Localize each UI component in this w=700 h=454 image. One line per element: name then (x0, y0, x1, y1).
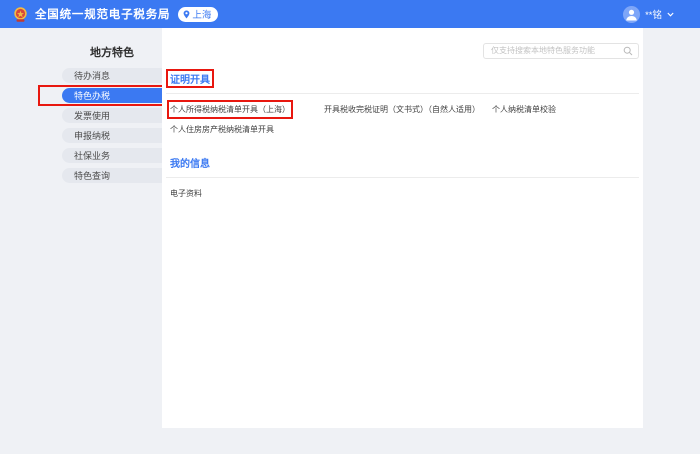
service-link[interactable]: 个人住房房产税纳税清单开具 (170, 124, 274, 135)
link-cell: 个人所得税纳税清单开具（上海） (170, 99, 324, 117)
myinfo-links: 电子资料 (166, 182, 639, 202)
sidebar-item[interactable]: 申报纳税 (62, 128, 162, 143)
link-cell: 个人住房房产税纳税清单开具 (170, 119, 324, 137)
sidebar-title: 地方特色 (62, 44, 162, 60)
user-menu[interactable]: **铭 (623, 6, 674, 23)
sidebar-item-label: 申报纳税 (74, 129, 110, 142)
main-panel: 证明开具 个人所得税纳税清单开具（上海） 开具税收完税证明（文书式）（自然人适用… (162, 28, 643, 428)
sidebar-item[interactable]: 社保业务 (62, 148, 162, 163)
sidebar-item[interactable]: 特色查询 (62, 168, 162, 183)
app-header: 全国统一规范电子税务局 上海 **铭 (0, 0, 700, 28)
sidebar-item[interactable]: 特色办税 (62, 88, 162, 103)
sidebar: 地方特色 待办消息 特色办税 发票使用 申报纳税 社保业务 特色查询 (62, 28, 162, 188)
link-cell: 电子资料 (170, 183, 324, 201)
app-title: 全国统一规范电子税务局 (35, 6, 170, 22)
sidebar-item-label: 发票使用 (74, 109, 110, 122)
avatar[interactable] (623, 6, 640, 23)
region-badge[interactable]: 上海 (178, 7, 218, 22)
link-cell: 个人纳税清单校验 (492, 99, 639, 117)
sidebar-nav: 待办消息 特色办税 发票使用 申报纳税 社保业务 特色查询 (62, 68, 162, 183)
sidebar-item-label: 特色查询 (74, 169, 110, 182)
search-box (483, 40, 639, 56)
region-label: 上海 (192, 7, 211, 21)
section-myinfo-head: 我的信息 (166, 154, 639, 178)
service-link[interactable]: 电子资料 (170, 188, 202, 199)
sidebar-item-label: 待办消息 (74, 69, 110, 82)
chevron-down-icon[interactable] (667, 12, 674, 17)
sidebar-item-label: 特色办税 (74, 89, 110, 102)
section-title-certificates: 证明开具 (170, 71, 210, 86)
service-link[interactable]: 个人纳税清单校验 (492, 104, 556, 115)
link-cell: 开具税收完税证明（文书式）（自然人适用） (324, 99, 492, 117)
sidebar-item-label: 社保业务 (74, 149, 110, 162)
certificates-links: 个人所得税纳税清单开具（上海） 开具税收完税证明（文书式）（自然人适用） 个人纳… (166, 98, 639, 138)
search-input[interactable] (483, 43, 639, 59)
sidebar-item[interactable]: 发票使用 (62, 108, 162, 123)
tax-bureau-emblem-icon (12, 6, 29, 23)
person-icon (623, 6, 640, 23)
sidebar-item[interactable]: 待办消息 (62, 68, 162, 83)
search-icon[interactable] (623, 43, 633, 61)
user-name: **铭 (645, 7, 662, 21)
section-title-myinfo: 我的信息 (170, 155, 210, 170)
service-link[interactable]: 个人所得税纳税清单开具（上海） (170, 104, 290, 115)
section-certificates-head: 证明开具 (166, 70, 639, 94)
service-link[interactable]: 开具税收完税证明（文书式）（自然人适用） (324, 104, 480, 115)
location-pin-icon (183, 10, 190, 19)
